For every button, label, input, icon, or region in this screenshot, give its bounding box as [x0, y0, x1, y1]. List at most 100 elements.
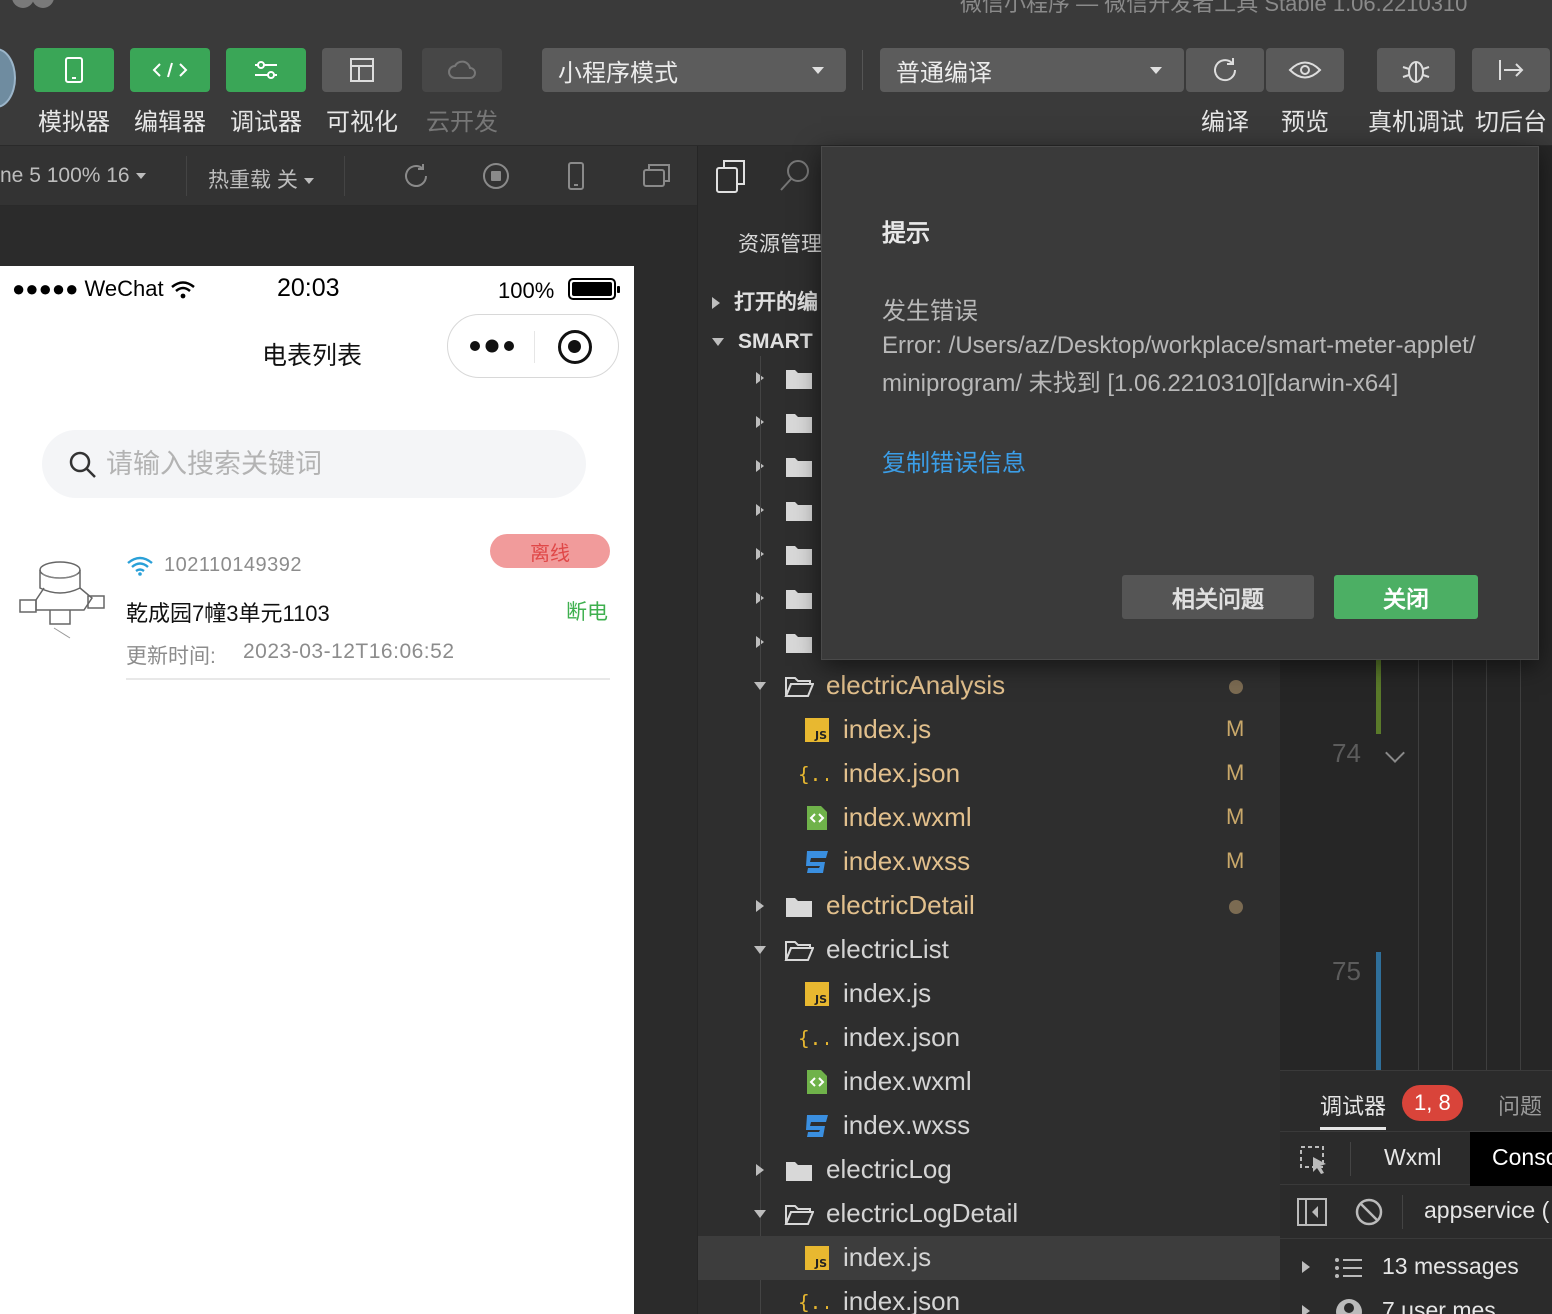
- related-issues-button[interactable]: 相关问题: [1122, 575, 1314, 619]
- simulator-toolbar: ne 5 100% 16 热重载 关: [0, 146, 697, 206]
- tab-debugger[interactable]: 调试器: [1320, 1089, 1386, 1121]
- line-number: 74: [1332, 738, 1361, 768]
- hot-reload-value: 热重载 关: [208, 169, 298, 192]
- mode-select[interactable]: 小程序模式: [542, 48, 846, 92]
- clear-console-icon[interactable]: [1354, 1197, 1384, 1227]
- debugger-toggle-button[interactable]: 调试器: [226, 48, 306, 137]
- editor-toggle-button[interactable]: 编辑器: [130, 48, 210, 137]
- simulator-toggle-button[interactable]: 模拟器: [34, 48, 114, 137]
- tree-folder-row[interactable]: electricList: [698, 928, 1281, 972]
- tree-item-label: electricLogDetail: [826, 1198, 1019, 1228]
- project-section[interactable]: SMART: [712, 330, 813, 354]
- tree-file-row[interactable]: {..} index.json M: [698, 752, 1281, 796]
- window-icon[interactable]: [640, 160, 672, 192]
- tab-console[interactable]: Conso: [1492, 1144, 1552, 1171]
- phone-icon[interactable]: [560, 160, 592, 192]
- active-tab-indicator: [1320, 1127, 1386, 1130]
- device-select[interactable]: ne 5 100% 16: [0, 164, 146, 188]
- inspect-element-icon[interactable]: [1298, 1144, 1330, 1176]
- chevron-right-icon[interactable]: [1302, 1305, 1310, 1314]
- update-time-label: 更新时间:: [126, 645, 216, 668]
- tree-item-label: index.wxss: [843, 846, 971, 876]
- tree-file-row[interactable]: JS index.js: [698, 1236, 1281, 1280]
- tab-problems[interactable]: 问题: [1498, 1089, 1542, 1121]
- wxml-file-icon: [807, 806, 827, 830]
- tree-item-label: index.js: [843, 978, 932, 1008]
- svg-text:JS: JS: [814, 729, 827, 742]
- tree-item-label: electricList: [826, 934, 949, 964]
- compile-select[interactable]: 普通编译: [880, 48, 1184, 92]
- code-icon: [130, 48, 210, 92]
- sliders-icon: [226, 48, 306, 92]
- window-control-dot[interactable]: [12, 0, 34, 8]
- user-icon: [1336, 1299, 1362, 1314]
- tree-folder-row[interactable]: electricDetail: [698, 884, 1281, 928]
- copy-error-link[interactable]: 复制错误信息: [882, 443, 1026, 478]
- open-editors-label: 打开的编: [734, 291, 818, 314]
- visual-toggle-button[interactable]: 可视化: [322, 48, 402, 137]
- files-icon[interactable]: [714, 158, 748, 194]
- console-toolbar: appservice (: [1280, 1185, 1552, 1239]
- search-input[interactable]: [106, 442, 566, 486]
- wxss-file-icon: [806, 851, 828, 873]
- tab-wxml[interactable]: Wxml: [1384, 1144, 1441, 1171]
- indent-guide: [1486, 646, 1487, 1070]
- stop-icon[interactable]: [480, 160, 512, 192]
- wifi-icon: [127, 556, 153, 576]
- tree-file-row[interactable]: index.wxss: [698, 1104, 1281, 1148]
- context-select[interactable]: appservice (: [1424, 1197, 1549, 1224]
- rotate-icon[interactable]: [400, 160, 432, 192]
- status-time: 20:03: [277, 274, 340, 302]
- tree-file-row[interactable]: index.wxss M: [698, 840, 1281, 884]
- search-icon: [69, 451, 96, 478]
- tree-folder-row[interactable]: electricLog: [698, 1148, 1281, 1192]
- modified-dot: [1229, 900, 1243, 914]
- cloud-icon: [422, 48, 502, 92]
- sidebar-toggle-icon[interactable]: [1296, 1197, 1328, 1227]
- indent-guide: [1452, 646, 1453, 1070]
- preview-button[interactable]: 预览: [1266, 48, 1344, 137]
- user-messages-count[interactable]: 7 user mes: [1382, 1297, 1496, 1314]
- tree-file-row[interactable]: {..} index.json: [698, 1280, 1281, 1314]
- tree-folder-row[interactable]: electricAnalysis: [698, 664, 1281, 708]
- js-file-icon: JS: [805, 1246, 829, 1270]
- svg-text:JS: JS: [814, 993, 827, 1006]
- more-menu-icon[interactable]: [468, 333, 518, 359]
- simulator-label: 模拟器: [38, 109, 110, 136]
- tree-file-row[interactable]: index.wxml M: [698, 796, 1281, 840]
- refresh-icon: [1186, 48, 1264, 92]
- messages-count[interactable]: 13 messages: [1382, 1253, 1519, 1280]
- wxss-file-icon: [806, 1115, 828, 1137]
- simbar-divider: [344, 156, 345, 196]
- visual-label: 可视化: [326, 109, 398, 136]
- card-divider: [126, 678, 610, 680]
- switch-background-button[interactable]: 切后台: [1472, 48, 1550, 137]
- open-editors-section[interactable]: 打开的编: [712, 286, 818, 316]
- close-button[interactable]: 关闭: [1334, 575, 1478, 619]
- power-status: 断电: [566, 601, 608, 624]
- compile-button[interactable]: 编译: [1186, 48, 1264, 137]
- hot-reload-select[interactable]: 热重载 关: [208, 164, 314, 194]
- remote-debug-label: 真机调试: [1368, 109, 1464, 136]
- user-avatar[interactable]: [0, 48, 16, 108]
- cloud-dev-button[interactable]: 云开发: [422, 48, 502, 137]
- git-status-badge: M: [1226, 804, 1245, 829]
- chevron-down-icon: [1150, 67, 1162, 74]
- close-miniprogram-icon[interactable]: [558, 330, 592, 364]
- tree-file-row[interactable]: index.wxml: [698, 1060, 1281, 1104]
- modified-dot: [1229, 680, 1243, 694]
- chevron-right-icon[interactable]: [1302, 1261, 1310, 1273]
- remote-debug-button[interactable]: 真机调试: [1368, 48, 1464, 137]
- tree-item-label: electricDetail: [826, 890, 975, 920]
- toolbar-divider: [862, 50, 863, 90]
- indent-guide: [1520, 646, 1521, 1070]
- tree-folder-row[interactable]: electricLogDetail: [698, 1192, 1281, 1236]
- tree-file-row[interactable]: {..} index.json: [698, 1016, 1281, 1060]
- tree-file-row[interactable]: JS index.js: [698, 972, 1281, 1016]
- meter-card[interactable]: 102110149392 离线 乾成园7幢3单元1103 断电 更新时间: 20…: [10, 534, 620, 680]
- search-icon[interactable]: [778, 158, 812, 194]
- tree-file-row[interactable]: JS index.js M: [698, 708, 1281, 752]
- svg-text:JS: JS: [814, 1257, 827, 1270]
- fold-chevron-icon[interactable]: [1385, 743, 1405, 763]
- window-control-dot[interactable]: [32, 0, 54, 8]
